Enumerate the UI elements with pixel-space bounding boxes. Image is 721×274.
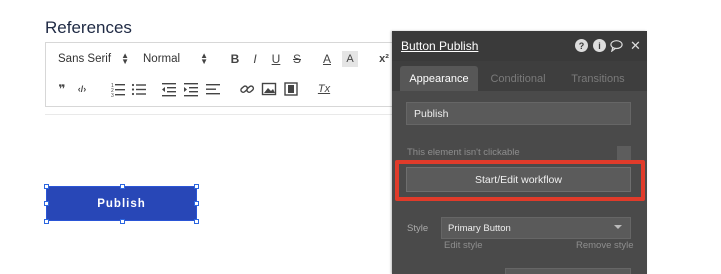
- outdent-icon[interactable]: [161, 81, 177, 97]
- video-icon[interactable]: [283, 81, 299, 97]
- resize-handle[interactable]: [120, 184, 125, 189]
- font-family-value: Sans Serif: [58, 53, 112, 65]
- editor-divider: [45, 114, 395, 115]
- edit-style-link[interactable]: Edit style: [444, 240, 483, 251]
- section-title: References: [45, 18, 132, 37]
- property-editor-panel: Button Publish ? i ✕ Appearance Conditio…: [392, 31, 647, 274]
- link-icon[interactable]: [239, 81, 255, 97]
- style-select[interactable]: Primary Button: [441, 217, 631, 239]
- tab-transitions[interactable]: Transitions: [558, 66, 638, 91]
- panel-title[interactable]: Button Publish: [401, 39, 478, 53]
- publish-button[interactable]: Publish: [46, 186, 197, 221]
- partial-field[interactable]: [505, 268, 631, 274]
- bold-button[interactable]: B: [227, 51, 243, 67]
- superscript-button[interactable]: x²: [376, 51, 392, 67]
- text-color-button[interactable]: A: [319, 51, 335, 67]
- rich-text-toolbar: Sans Serif ▲ ▼ Normal ▲ ▼ B I U S A A x² ❞…: [45, 42, 405, 107]
- style-select-value: Primary Button: [448, 222, 511, 234]
- info-icon[interactable]: i: [593, 39, 606, 52]
- button-text-field[interactable]: Publish: [406, 102, 631, 125]
- indent-icon[interactable]: [183, 81, 199, 97]
- not-clickable-checkbox[interactable]: [617, 146, 631, 160]
- remove-style-link[interactable]: Remove style: [576, 240, 634, 251]
- help-icon[interactable]: ?: [575, 39, 588, 52]
- not-clickable-label: This element isn't clickable: [407, 147, 520, 158]
- style-label: Style: [407, 223, 429, 234]
- clear-format-button[interactable]: Tx: [316, 81, 332, 97]
- comment-icon[interactable]: [610, 39, 623, 52]
- resize-handle[interactable]: [194, 184, 199, 189]
- select-arrows-icon: ▲ ▼: [121, 51, 129, 66]
- font-size-value: Normal: [143, 53, 181, 65]
- font-family-select[interactable]: Sans Serif ▲ ▼: [58, 50, 129, 68]
- chevron-down-icon: [614, 225, 622, 229]
- bullet-list-icon[interactable]: [131, 81, 147, 97]
- resize-handle[interactable]: [44, 184, 49, 189]
- blockquote-button[interactable]: ❞: [54, 81, 70, 97]
- highlight-box: [395, 160, 645, 201]
- tab-conditional[interactable]: Conditional: [480, 66, 556, 91]
- font-size-select[interactable]: Normal ▲ ▼: [143, 50, 208, 68]
- resize-handle[interactable]: [194, 219, 199, 224]
- strikethrough-button[interactable]: S: [289, 51, 305, 67]
- close-icon[interactable]: ✕: [629, 38, 642, 53]
- svg-text:3: 3: [111, 93, 114, 97]
- ordered-list-icon[interactable]: 1 2 3: [110, 81, 126, 97]
- image-icon[interactable]: [261, 81, 277, 97]
- resize-handle[interactable]: [194, 201, 199, 206]
- resize-handle[interactable]: [120, 219, 125, 224]
- panel-tabs: Appearance Conditional Transitions: [392, 61, 647, 91]
- select-arrows-icon: ▲ ▼: [200, 51, 208, 66]
- code-block-button[interactable]: ‹/›: [74, 81, 90, 97]
- resize-handle[interactable]: [44, 219, 49, 224]
- align-left-icon[interactable]: [205, 81, 221, 97]
- resize-handle[interactable]: [44, 201, 49, 206]
- underline-button[interactable]: U: [268, 51, 284, 67]
- italic-button[interactable]: I: [247, 51, 263, 67]
- panel-header: Button Publish ? i ✕: [392, 31, 647, 61]
- tab-appearance[interactable]: Appearance: [400, 66, 478, 91]
- background-color-button[interactable]: A: [342, 51, 358, 67]
